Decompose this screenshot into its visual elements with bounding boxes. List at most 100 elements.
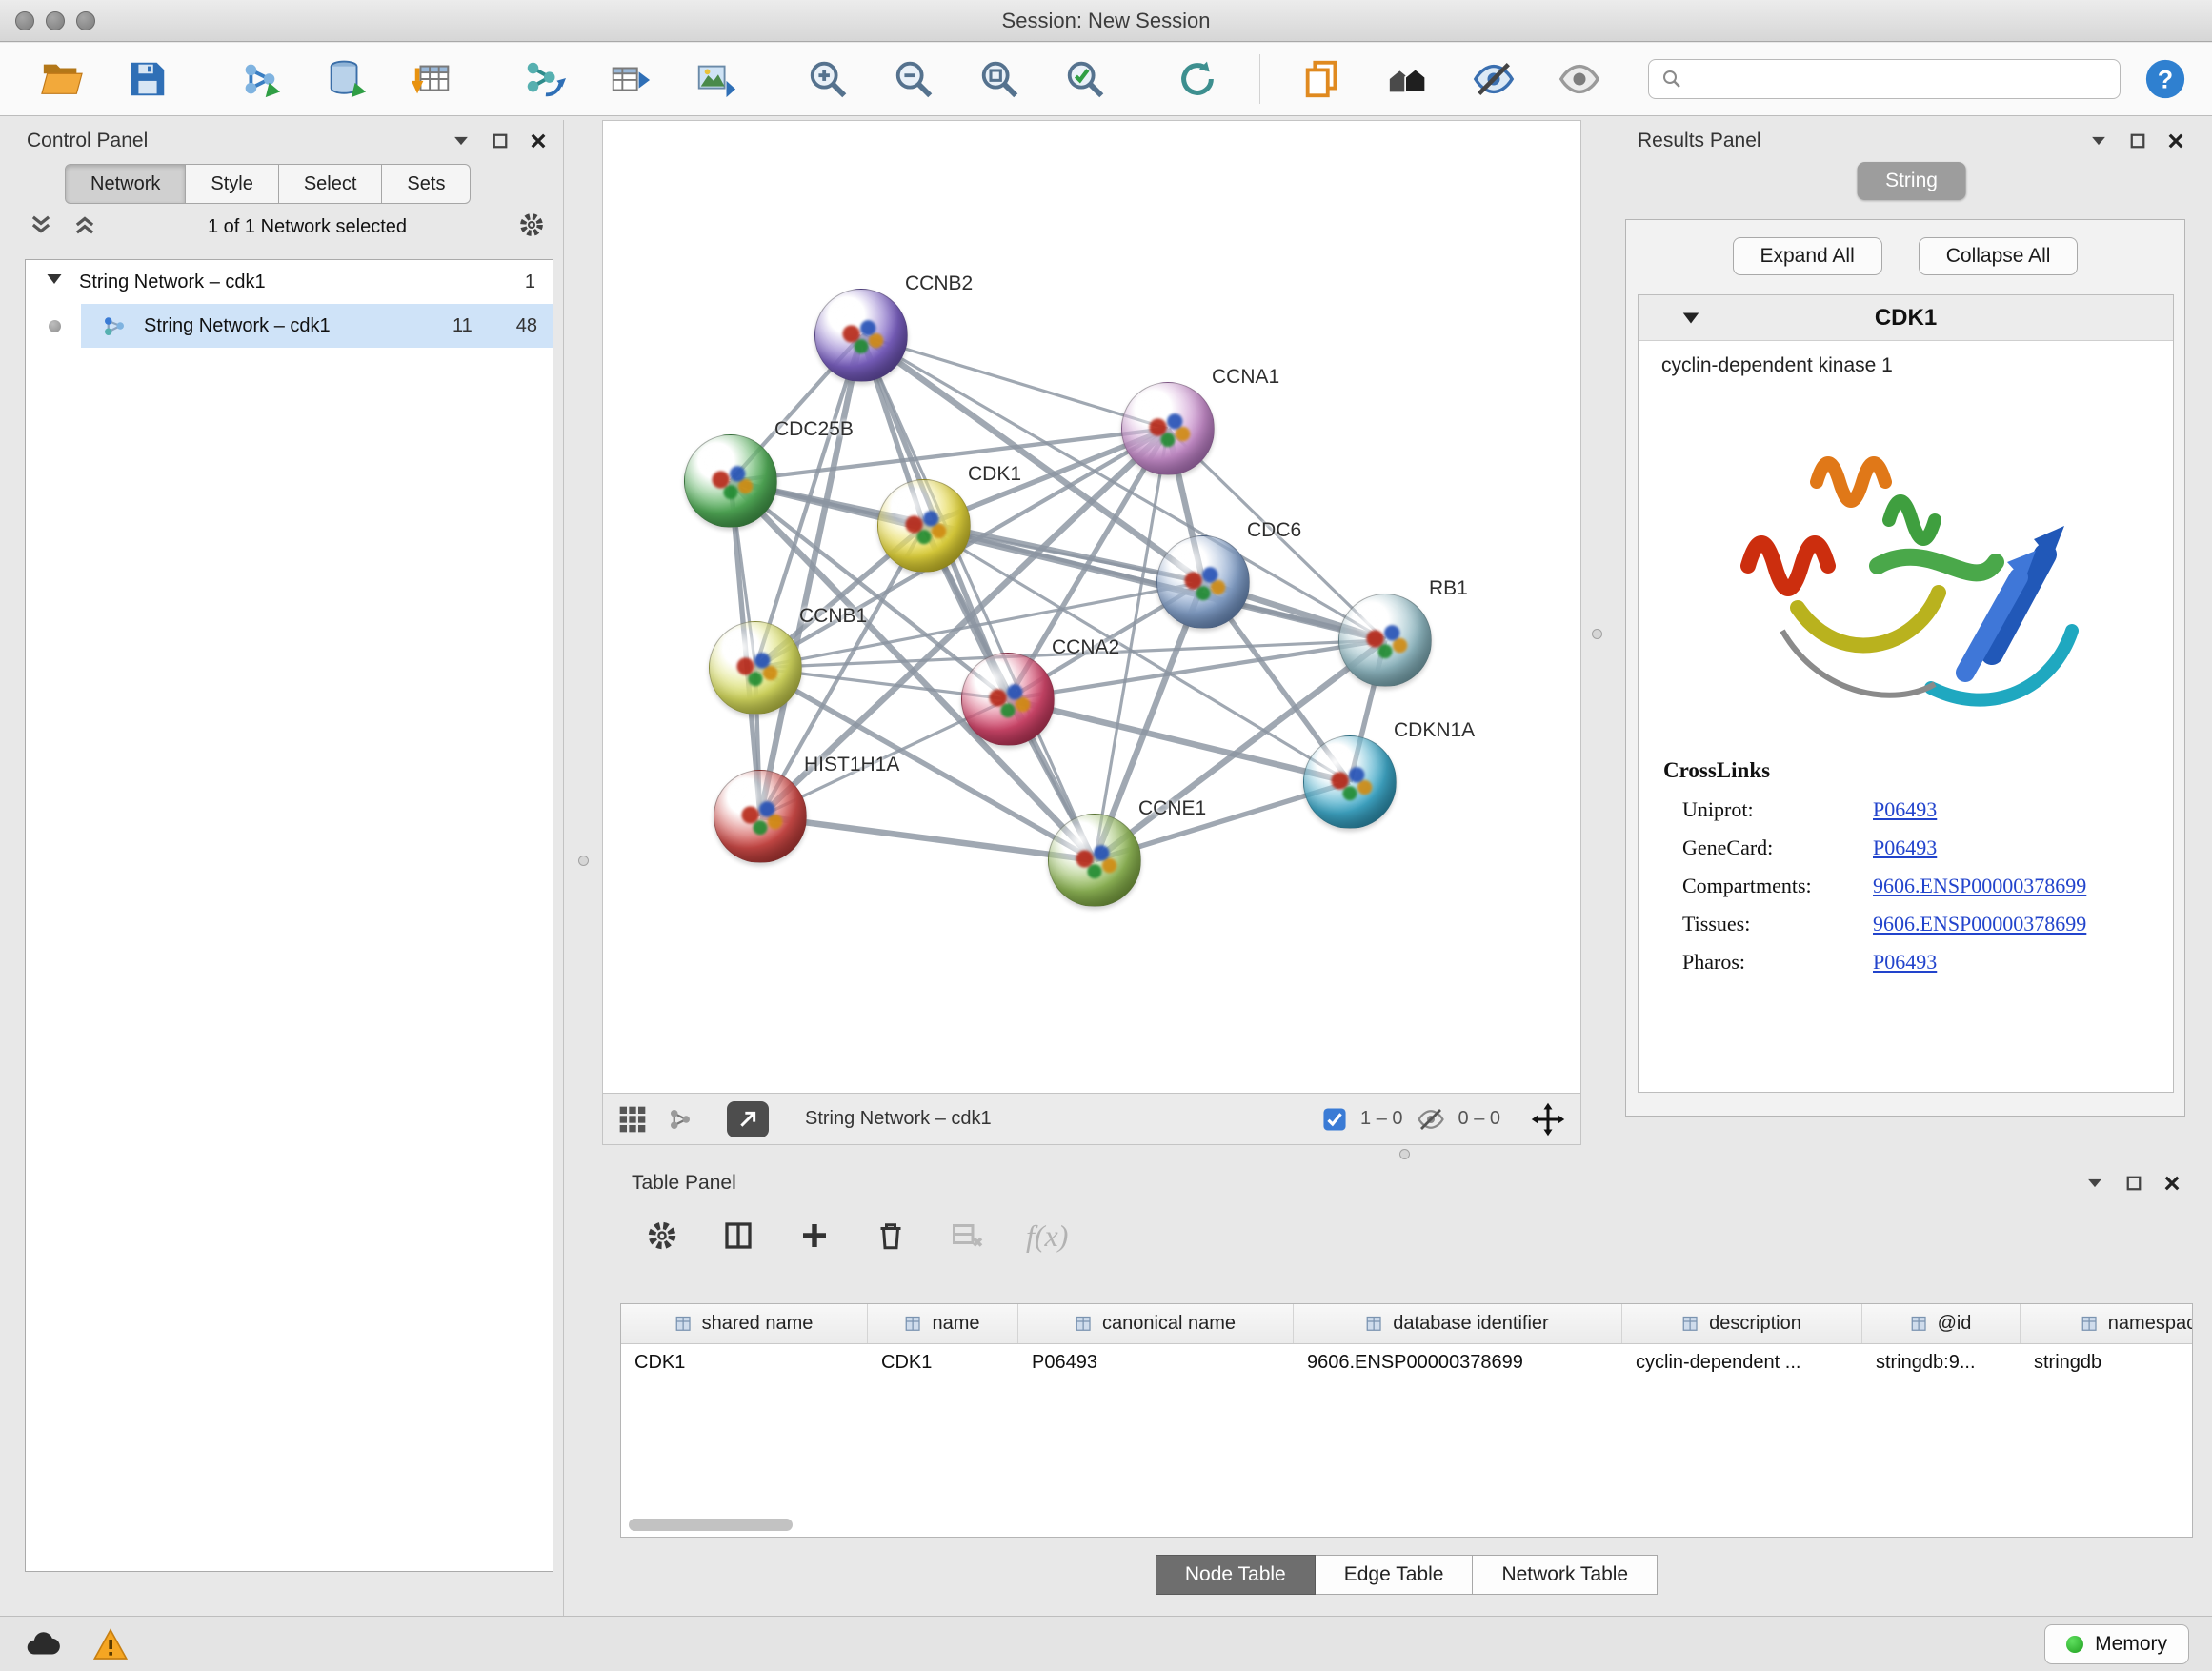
panel-menu-icon[interactable]	[2084, 1173, 2105, 1194]
search-input[interactable]	[1693, 69, 2108, 91]
crosslink-link[interactable]: P06493	[1873, 797, 1937, 822]
panel-close-icon[interactable]	[2162, 1174, 2182, 1193]
panel-float-icon[interactable]	[2124, 1174, 2143, 1193]
node-CDKN1A[interactable]	[1303, 735, 1397, 829]
right-splitter-handle[interactable]	[1592, 629, 1602, 639]
home-overview-button[interactable]	[1384, 55, 1432, 103]
crosslink-link[interactable]: 9606.ENSP00000378699	[1873, 874, 2086, 898]
copy-document-button[interactable]	[1298, 55, 1346, 103]
open-session-button[interactable]	[38, 55, 86, 103]
add-column-icon[interactable]	[797, 1218, 832, 1253]
panel-menu-icon[interactable]	[2088, 131, 2109, 151]
import-table-button[interactable]	[408, 55, 455, 103]
new-network-button[interactable]	[520, 55, 568, 103]
cloud-status-button[interactable]	[23, 1624, 63, 1664]
node-CDK1[interactable]	[877, 479, 971, 573]
warnings-button[interactable]	[91, 1625, 130, 1663]
table-cell-namespace[interactable]: stringdb	[2021, 1344, 2193, 1384]
tab-select[interactable]: Select	[279, 164, 383, 204]
node-CCNB2[interactable]	[814, 289, 908, 382]
table-row[interactable]: CDK1CDK1P064939606.ENSP00000378699cyclin…	[621, 1344, 2192, 1384]
crosslink-link[interactable]: P06493	[1873, 836, 1937, 860]
import-network-file-button[interactable]	[236, 55, 284, 103]
panel-float-icon[interactable]	[491, 131, 510, 151]
node-CCNB1[interactable]	[709, 621, 802, 715]
network-view-mode-icon[interactable]	[666, 1105, 694, 1134]
column-header-namespace[interactable]: namespace	[2021, 1304, 2193, 1343]
node-CDC25B[interactable]	[684, 434, 777, 528]
node-CCNA1[interactable]	[1121, 382, 1215, 475]
import-network-database-button[interactable]	[322, 55, 370, 103]
function-builder-icon: f(x)	[1026, 1218, 1068, 1254]
delete-column-icon[interactable]	[874, 1218, 908, 1253]
network-options-gear-icon[interactable]	[517, 211, 546, 244]
tab-sets[interactable]: Sets	[382, 164, 471, 204]
zoom-in-button[interactable]	[804, 55, 852, 103]
save-session-button[interactable]	[124, 55, 171, 103]
grid-view-icon[interactable]	[618, 1105, 647, 1134]
tab-network-table[interactable]: Network Table	[1473, 1555, 1658, 1595]
node-CDC6[interactable]	[1156, 535, 1250, 629]
collapse-triangle-icon[interactable]	[45, 270, 64, 294]
zoom-out-button[interactable]	[890, 55, 937, 103]
collapse-triangle-icon[interactable]	[1680, 308, 1701, 329]
node-CCNE1[interactable]	[1048, 814, 1141, 907]
panel-close-icon[interactable]	[529, 131, 548, 151]
tab-string[interactable]: String	[1857, 162, 1966, 200]
table-cell-database-identifier[interactable]: 9606.ENSP00000378699	[1294, 1344, 1622, 1384]
protein-card-header[interactable]: CDK1	[1639, 295, 2173, 341]
network-row[interactable]: String Network – cdk1 11 48	[26, 304, 553, 348]
zoom-fit-button[interactable]	[975, 55, 1023, 103]
refresh-button[interactable]	[1174, 55, 1221, 103]
crosslink-link[interactable]: 9606.ENSP00000378699	[1873, 912, 2086, 936]
memory-button[interactable]: Memory	[2044, 1624, 2189, 1664]
node-RB1[interactable]	[1338, 594, 1432, 687]
network-collection-row[interactable]: String Network – cdk1 1	[26, 260, 553, 304]
tab-network[interactable]: Network	[65, 164, 186, 204]
expand-all-button[interactable]: Expand All	[1733, 237, 1882, 275]
export-table-button[interactable]	[606, 55, 654, 103]
selected-checkbox-icon[interactable]	[1322, 1107, 1347, 1132]
tab-node-table[interactable]: Node Table	[1156, 1555, 1316, 1595]
tab-edge-table[interactable]: Edge Table	[1316, 1555, 1474, 1595]
network-canvas[interactable]: CCNB2CCNA1CDC25BCDK1CDC6RB1CCNB1CCNA2CDK…	[602, 120, 1581, 1094]
crosslink-link[interactable]: P06493	[1873, 950, 1937, 975]
node-HIST1H1A[interactable]	[714, 770, 807, 863]
column-header-name[interactable]: name	[868, 1304, 1018, 1343]
column-header-database-identifier[interactable]: database identifier	[1294, 1304, 1622, 1343]
show-selection-button[interactable]	[1556, 55, 1603, 103]
selected-network-row[interactable]: String Network – cdk1 11 48	[81, 304, 553, 348]
table-cell-shared-name[interactable]: CDK1	[621, 1344, 868, 1384]
zoom-selected-button[interactable]	[1061, 55, 1109, 103]
hide-selection-button[interactable]	[1470, 55, 1518, 103]
table-cell-description[interactable]: cyclin-dependent ...	[1622, 1344, 1862, 1384]
expand-all-icon[interactable]	[72, 212, 97, 242]
panel-close-icon[interactable]	[2166, 131, 2185, 151]
show-columns-icon[interactable]	[721, 1218, 755, 1253]
table-cell-name[interactable]: CDK1	[868, 1344, 1018, 1384]
node-CCNA2[interactable]	[961, 653, 1055, 746]
node-label-CCNA2: CCNA2	[1052, 636, 1119, 659]
column-header-canonical-name[interactable]: canonical name	[1018, 1304, 1294, 1343]
detach-view-button[interactable]	[727, 1101, 769, 1137]
scrollbar-thumb[interactable]	[629, 1519, 793, 1531]
table-cell-id[interactable]: stringdb:9...	[1862, 1344, 2021, 1384]
collapse-all-button[interactable]: Collapse All	[1919, 237, 2079, 275]
table-settings-gear-icon[interactable]	[645, 1218, 679, 1253]
table-horizontal-scrollbar[interactable]	[629, 1519, 2184, 1531]
help-button[interactable]: ?	[2142, 55, 2189, 103]
title-bar: Session: New Session	[0, 0, 2212, 42]
collapse-all-icon[interactable]	[29, 212, 53, 242]
pan-crosshair-icon[interactable]	[1531, 1102, 1565, 1137]
horizontal-splitter-handle[interactable]	[1399, 1149, 1410, 1159]
hidden-eye-slash-icon[interactable]	[1417, 1105, 1445, 1134]
tab-style[interactable]: Style	[186, 164, 278, 204]
export-image-button[interactable]	[692, 55, 739, 103]
table-cell-canonical-name[interactable]: P06493	[1018, 1344, 1294, 1384]
column-header-shared-name[interactable]: shared name	[621, 1304, 868, 1343]
column-header-description[interactable]: description	[1622, 1304, 1862, 1343]
panel-float-icon[interactable]	[2128, 131, 2147, 151]
panel-menu-icon[interactable]	[451, 131, 472, 151]
column-header-id[interactable]: @id	[1862, 1304, 2021, 1343]
left-splitter-handle[interactable]	[578, 856, 589, 866]
